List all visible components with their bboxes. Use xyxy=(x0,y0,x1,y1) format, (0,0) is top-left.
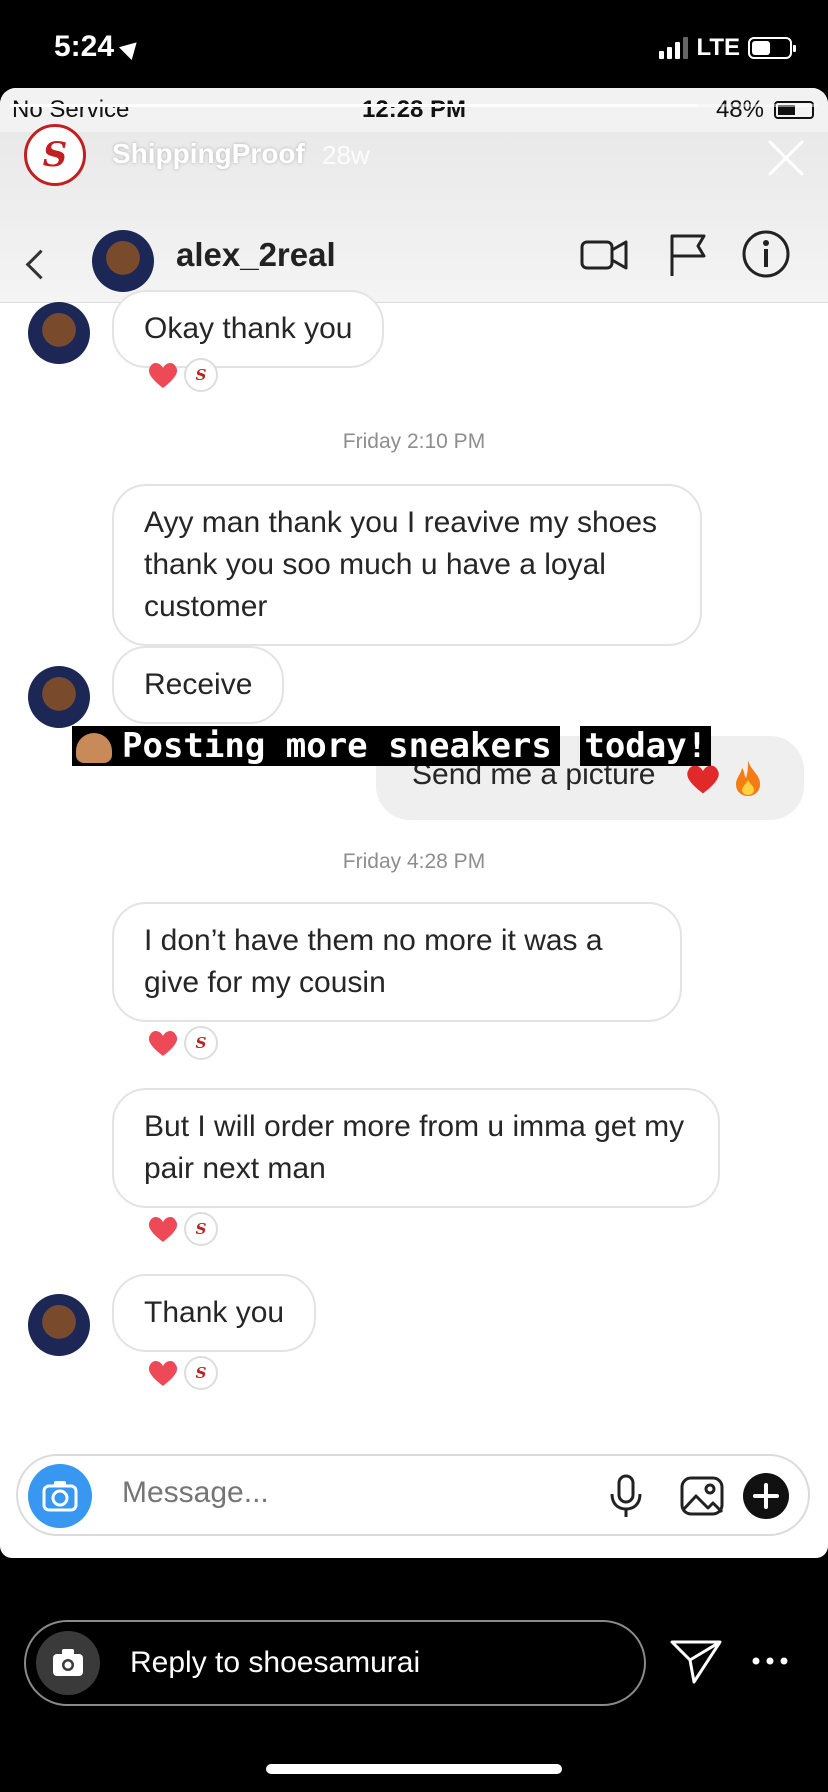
story-progress-bar xyxy=(10,104,818,107)
cellular-signal-icon xyxy=(659,37,689,59)
device-status-bar: 5:24 LTE xyxy=(0,0,828,88)
reactor-avatar: S xyxy=(184,1356,218,1390)
reactor-avatar: S xyxy=(184,1212,218,1246)
message-reactions: S xyxy=(146,1210,218,1248)
story-age: 28w xyxy=(322,140,370,170)
video-call-icon xyxy=(580,240,628,270)
message-input[interactable] xyxy=(122,1476,502,1510)
add-icon[interactable] xyxy=(742,1472,790,1520)
timestamp: Friday 2:10 PM xyxy=(342,430,486,453)
message-composer xyxy=(16,1454,810,1536)
screenshot-status-bar: No Service 12:28 PM 48% xyxy=(0,88,828,132)
story-caption-sticker: Posting more sneakers today! xyxy=(72,718,712,766)
heart-reaction-icon xyxy=(148,362,178,388)
story-reply-input[interactable]: Reply to shoesamurai xyxy=(24,1620,646,1706)
flag-icon xyxy=(670,234,706,276)
info-icon xyxy=(742,230,790,278)
heart-reaction-icon xyxy=(148,1030,178,1056)
caption-line-1: Posting more sneakers xyxy=(118,726,556,766)
device-indicators: LTE xyxy=(659,34,796,62)
carrier-text: No Service xyxy=(12,96,130,123)
sender-avatar xyxy=(28,1294,90,1356)
reply-text: Reply to shoesamurai xyxy=(130,1646,421,1679)
device-time: 5:24 xyxy=(54,30,115,63)
send-icon[interactable] xyxy=(668,1636,724,1686)
device-clock: 5:24 xyxy=(54,30,144,64)
reply-camera-button[interactable] xyxy=(36,1631,100,1695)
battery-percent: 48% xyxy=(715,96,764,123)
network-type: LTE xyxy=(696,34,740,61)
story-card[interactable]: No Service 12:28 PM 48% alex_2real S Shi… xyxy=(0,88,828,1558)
home-indicator xyxy=(266,1764,562,1774)
message-bubble[interactable]: But I will order more from u imma get my… xyxy=(112,1088,720,1208)
heart-reaction-icon xyxy=(148,1360,178,1386)
gallery-icon[interactable] xyxy=(678,1472,726,1520)
message-bubble[interactable]: Ayy man thank you I reavive my shoes tha… xyxy=(112,484,702,646)
flexed-bicep-emoji-icon xyxy=(76,732,112,763)
fire-emoji-icon xyxy=(736,760,760,796)
message-bubble[interactable]: I don’t have them no more it was a give … xyxy=(112,902,682,1022)
sender-avatar xyxy=(28,302,90,364)
microphone-icon[interactable] xyxy=(602,1472,650,1520)
camera-button[interactable] xyxy=(28,1464,92,1528)
reactor-avatar: S xyxy=(184,358,218,392)
timestamp: Friday 4:28 PM xyxy=(342,850,486,873)
location-arrow-icon xyxy=(119,36,144,61)
red-heart-emoji-icon xyxy=(687,765,719,794)
caption-line-2: today! xyxy=(580,726,712,766)
story-author-avatar[interactable]: S xyxy=(24,124,86,186)
story-author-name[interactable]: ShippingProof xyxy=(112,138,305,170)
message-reactions: S xyxy=(146,356,218,394)
back-chevron-icon xyxy=(25,249,56,280)
close-icon[interactable] xyxy=(766,138,806,178)
heart-reaction-icon xyxy=(148,1216,178,1242)
contact-name: alex_2real xyxy=(176,236,336,273)
camera-icon xyxy=(53,1649,83,1676)
message-bubble[interactable]: Thank you xyxy=(112,1274,317,1352)
message-reactions: S xyxy=(146,1024,218,1062)
message-bubble[interactable]: Receive xyxy=(112,646,285,724)
battery-icon xyxy=(748,37,796,59)
reactor-avatar: S xyxy=(184,1026,218,1060)
message-thread: Okay thank you S Friday 2:10 PM Ayy man … xyxy=(0,290,828,1542)
camera-icon xyxy=(42,1481,78,1512)
contact-avatar xyxy=(92,230,154,292)
story-progress-fill xyxy=(10,104,697,107)
more-options-icon[interactable] xyxy=(750,1646,790,1676)
screenshot-clock: 12:28 PM xyxy=(362,96,467,123)
screenshot-indicators: 48% xyxy=(716,96,814,124)
message-reactions: S xyxy=(146,1354,218,1392)
